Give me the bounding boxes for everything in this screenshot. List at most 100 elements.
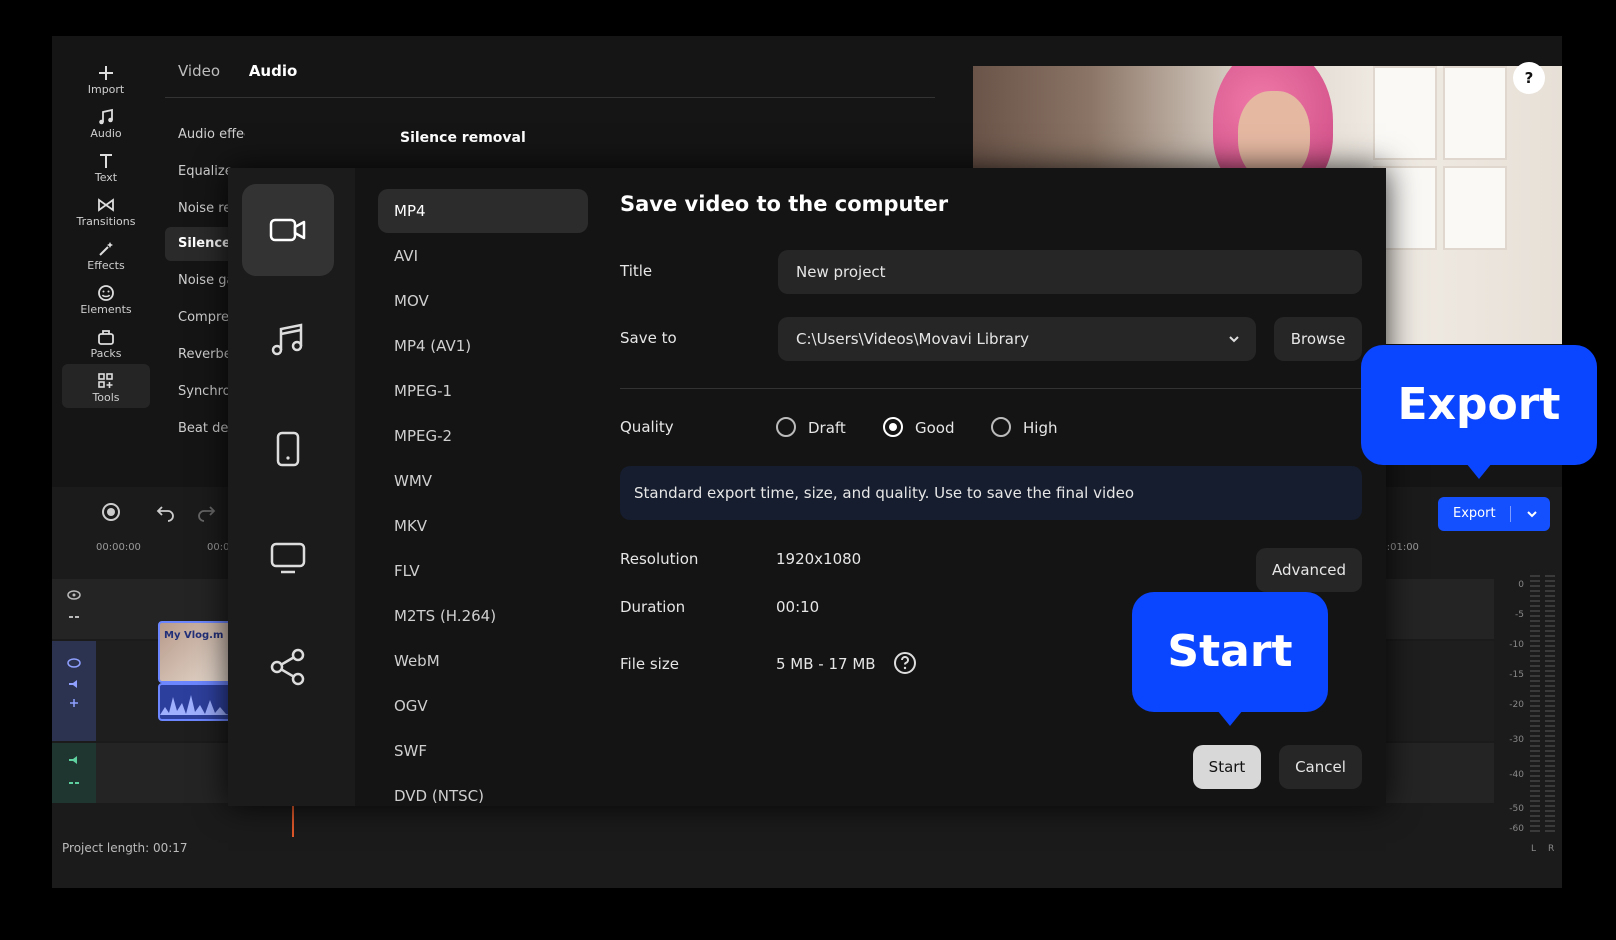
- export-button[interactable]: Export: [1438, 497, 1550, 531]
- chevron-down-icon[interactable]: [1526, 509, 1538, 519]
- tab-audio[interactable]: Audio: [249, 62, 297, 80]
- duration-label: Duration: [620, 598, 686, 616]
- tools-tabs: Video Audio: [178, 62, 321, 80]
- vu-label: -10: [1509, 640, 1524, 650]
- smiley-icon: [98, 285, 114, 301]
- transitions-icon: [98, 198, 114, 212]
- duration-value: 00:10: [776, 598, 820, 616]
- tools-grid-icon: [98, 373, 113, 388]
- split-divider: [1510, 506, 1511, 522]
- sidebar-item-import[interactable]: Import: [62, 56, 150, 100]
- format-item-m2ts[interactable]: M2TS (H.264): [378, 594, 588, 638]
- format-item-swf[interactable]: SWF: [378, 729, 588, 773]
- title-input[interactable]: New project: [778, 250, 1362, 294]
- category-audio[interactable]: [242, 294, 334, 386]
- start-button[interactable]: Start: [1193, 745, 1261, 789]
- dialog-separator: [620, 388, 1362, 389]
- format-item-mp4[interactable]: MP4: [378, 189, 588, 233]
- shelf: [1443, 66, 1507, 160]
- record-icon[interactable]: [100, 501, 122, 523]
- format-item-wmv[interactable]: WMV: [378, 459, 588, 503]
- resolution-label: Resolution: [620, 550, 699, 568]
- sidebar-item-audio[interactable]: Audio: [62, 100, 150, 144]
- category-video[interactable]: [242, 184, 334, 276]
- phone-icon: [276, 431, 300, 467]
- quality-radio-good[interactable]: Good: [883, 416, 955, 439]
- audio-clip[interactable]: [158, 683, 232, 721]
- music-note-icon: [271, 323, 303, 356]
- text-icon: [100, 154, 112, 168]
- category-tv[interactable]: [242, 512, 334, 604]
- advanced-button[interactable]: Advanced: [1256, 548, 1362, 592]
- timecode-cut: 00:0: [207, 542, 230, 553]
- vu-label: -20: [1509, 700, 1524, 710]
- vu-meter: [1530, 575, 1540, 835]
- tabs-divider: [165, 97, 935, 98]
- chevron-down-icon: [1229, 336, 1239, 343]
- music-note-icon: [99, 108, 113, 125]
- redo-icon[interactable]: [196, 502, 216, 522]
- radio-dot-selected: [883, 416, 903, 437]
- category-mobile[interactable]: [242, 403, 334, 495]
- vu-label: 0: [1518, 580, 1524, 590]
- title-label: Title: [620, 262, 653, 280]
- format-item-mpeg1[interactable]: MPEG-1: [378, 369, 588, 413]
- track-mute-icon[interactable]: [66, 657, 82, 717]
- sidebar-item-elements[interactable]: Elements: [62, 276, 150, 320]
- quality-radio-draft[interactable]: Draft: [776, 416, 846, 439]
- format-item-dvd[interactable]: DVD (NTSC): [378, 774, 588, 806]
- file-size-label: File size: [620, 655, 679, 673]
- export-callout: Export: [1361, 345, 1597, 479]
- sidebar-item-effects[interactable]: Effects: [62, 232, 150, 276]
- timecode-start: 00:00:00: [96, 542, 141, 553]
- help-icon[interactable]: ?: [1513, 62, 1545, 94]
- shelf: [1443, 166, 1507, 250]
- vu-label: -5: [1515, 610, 1524, 620]
- vu-label: -40: [1509, 770, 1524, 780]
- format-item-webm[interactable]: WebM: [378, 639, 588, 683]
- cancel-button[interactable]: Cancel: [1279, 745, 1362, 789]
- format-item-ogv[interactable]: OGV: [378, 684, 588, 728]
- shelf: [1373, 66, 1437, 160]
- waveform: [160, 695, 230, 715]
- undo-icon[interactable]: [156, 502, 176, 522]
- start-callout: Start: [1132, 592, 1328, 726]
- tool-audio-effects[interactable]: Audio effects: [165, 118, 245, 152]
- export-button-label: Export: [1453, 506, 1496, 521]
- vu-label: -15: [1509, 670, 1524, 680]
- format-item-mp4-av1[interactable]: MP4 (AV1): [378, 324, 588, 368]
- save-to-dropdown[interactable]: C:\Users\Videos\Movavi Library: [778, 317, 1256, 361]
- sidebar-item-packs[interactable]: Packs: [62, 320, 150, 364]
- plus-icon: [99, 66, 113, 80]
- vu-left-label: L: [1531, 844, 1537, 854]
- browse-button[interactable]: Browse: [1274, 317, 1362, 361]
- sidebar-item-tools[interactable]: Tools: [62, 364, 150, 408]
- sidebar-item-transitions[interactable]: Transitions: [62, 188, 150, 232]
- track-visibility-icon[interactable]: [66, 587, 82, 627]
- category-share[interactable]: [242, 621, 334, 713]
- save-to-path: C:\Users\Videos\Movavi Library: [796, 330, 1029, 348]
- monitor-icon: [270, 542, 306, 574]
- format-item-mpeg2[interactable]: MPEG-2: [378, 414, 588, 458]
- clip-name: My Vlog.m: [164, 630, 224, 641]
- video-clip[interactable]: My Vlog.m: [158, 621, 232, 683]
- vu-label: -60: [1509, 824, 1524, 834]
- format-item-flv[interactable]: FLV: [378, 549, 588, 593]
- resolution-value: 1920x1080: [776, 550, 862, 568]
- sidebar-item-text[interactable]: Text: [62, 144, 150, 188]
- quality-radio-high[interactable]: High: [991, 416, 1057, 439]
- vu-label: -50: [1509, 804, 1524, 814]
- radio-dot: [776, 416, 796, 437]
- packs-icon: [98, 330, 114, 345]
- panel-title: Silence removal: [400, 130, 526, 146]
- help-icon[interactable]: [893, 651, 917, 675]
- effects-icon: [99, 242, 113, 256]
- save-to-label: Save to: [620, 329, 677, 347]
- project-length: Project length: 00:17: [62, 841, 188, 855]
- tab-video[interactable]: Video: [178, 62, 220, 80]
- format-item-avi[interactable]: AVI: [378, 234, 588, 278]
- format-item-mkv[interactable]: MKV: [378, 504, 588, 548]
- format-item-mov[interactable]: MOV: [378, 279, 588, 323]
- share-icon: [270, 648, 305, 686]
- audio-track-icon[interactable]: [66, 753, 82, 793]
